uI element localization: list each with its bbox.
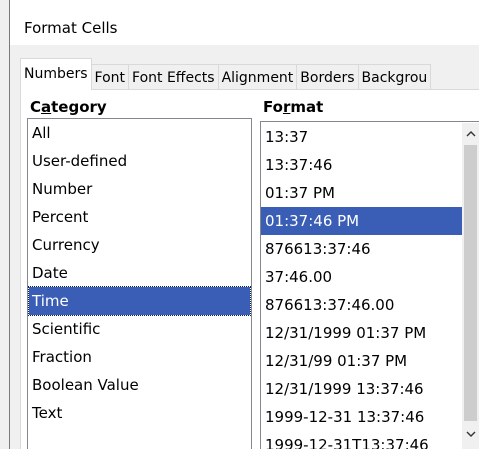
format-item[interactable]: 12/31/1999 01:37 PM [261,319,463,347]
category-list[interactable]: All User-defined Number Percent Currency Date… [27,118,252,449]
title-bar[interactable]: Format Cells [10,0,479,45]
category-items: All User-defined Number Percent Currency Date… [28,119,251,427]
format-list[interactable]: 13:37 13:37:46 01:37 PM 01:37:46 PM 876613:3… [260,121,479,449]
window-edge [9,0,10,449]
category-item[interactable]: Fraction [28,343,251,371]
category-item[interactable]: Scientific [28,315,251,343]
category-label-suffix: tegory [51,98,107,116]
format-label-prefix: Fo [263,98,283,116]
category-item[interactable]: Currency [28,231,251,259]
tab-font[interactable]: Font [90,64,130,90]
category-label-prefix: C [30,98,42,116]
category-item[interactable]: All [28,119,251,147]
category-item[interactable]: Number [28,175,251,203]
format-item[interactable]: 37:46.00 [261,263,463,291]
format-item[interactable]: 876613:37:46.00 [261,291,463,319]
tab-background[interactable]: Backgrou [357,64,432,90]
scroll-thumb[interactable] [464,145,477,421]
format-item[interactable]: 13:37 [261,123,463,151]
tab-bar: Numbers Font Font Effects Alignment Bord… [20,58,432,90]
category-item[interactable]: Boolean Value [28,371,251,399]
category-label-accel: a [41,98,52,116]
format-item[interactable]: 13:37:46 [261,151,463,179]
category-item[interactable]: Percent [28,203,251,231]
format-item[interactable]: 1999-12-31T13:37:46 [261,431,463,449]
tab-borders[interactable]: Borders [296,64,359,90]
category-label: Category [30,98,107,116]
format-cells-dialog: Format Cells Numbers Font Font Effects A… [0,0,479,449]
category-item[interactable]: User-defined [28,147,251,175]
format-item[interactable]: 01:37:46 PM [261,207,463,235]
tab-numbers[interactable]: Numbers [20,58,92,90]
format-label: Format [263,98,323,116]
window-title: Format Cells [24,19,118,37]
tab-font-effects[interactable]: Font Effects [128,64,219,90]
category-item[interactable]: Text [28,399,251,427]
chevron-down-icon [466,431,475,437]
format-item[interactable]: 01:37 PM [261,179,463,207]
category-item[interactable]: Time [28,286,251,316]
format-scrollbar[interactable] [462,123,479,449]
format-item[interactable]: 1999-12-31 13:37:46 [261,403,463,431]
tab-alignment[interactable]: Alignment [217,64,298,90]
format-label-suffix: mat [290,98,324,116]
scroll-down-button[interactable] [462,425,479,442]
format-item[interactable]: 876613:37:46 [261,235,463,263]
format-items: 13:37 13:37:46 01:37 PM 01:37:46 PM 876613:3… [261,122,463,449]
category-item[interactable]: Date [28,259,251,287]
format-item[interactable]: 12/31/99 01:37 PM [261,347,463,375]
format-item[interactable]: 12/31/1999 13:37:46 [261,375,463,403]
chevron-up-icon [466,130,475,136]
scroll-up-button[interactable] [462,125,479,142]
